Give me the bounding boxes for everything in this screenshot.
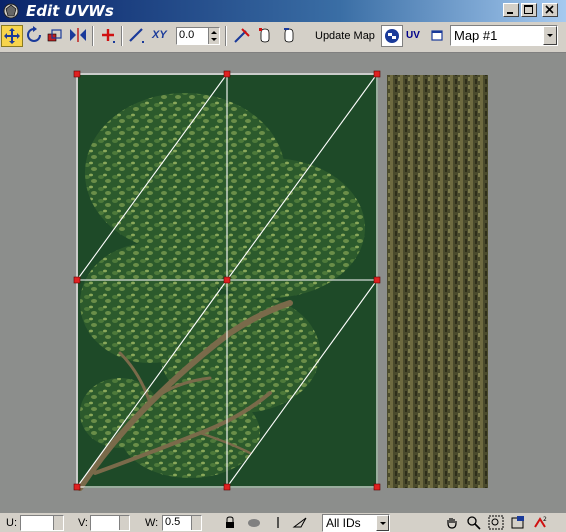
u-label: U: xyxy=(6,517,17,529)
detach-icon xyxy=(259,28,270,43)
toolbar-separator xyxy=(121,26,123,46)
properties-icon xyxy=(431,30,443,41)
uv-editor-canvas[interactable] xyxy=(0,53,566,513)
uv-vertex[interactable] xyxy=(223,276,231,284)
freeform-tool-button[interactable] xyxy=(127,25,147,47)
w-input[interactable]: 0.5 xyxy=(162,515,202,531)
chevron-down-icon[interactable] xyxy=(543,26,557,45)
freeze-icon[interactable] xyxy=(270,515,286,530)
checker-map-icon xyxy=(385,29,399,43)
value-spinner[interactable]: 0.0 xyxy=(176,27,220,45)
uv-vertex[interactable] xyxy=(373,70,381,78)
uv-vertex[interactable] xyxy=(373,483,381,491)
uv-vertex[interactable] xyxy=(223,483,231,491)
u-spinner-arrows[interactable] xyxy=(53,516,63,530)
toolbar: XY 0.0 Update Map UV Map #1 xyxy=(0,22,566,53)
bark-texture-image xyxy=(387,75,488,488)
chevron-down-icon[interactable] xyxy=(376,515,389,531)
close-icon xyxy=(545,5,554,14)
update-map-button[interactable]: Update Map xyxy=(315,30,375,42)
properties-button[interactable] xyxy=(430,25,444,47)
map-select-value: Map #1 xyxy=(454,28,498,43)
map-select[interactable]: Map #1 xyxy=(450,25,558,46)
mirror-tool-button[interactable] xyxy=(68,25,88,47)
filter-icon[interactable] xyxy=(292,515,308,530)
spinner-value: 0.0 xyxy=(179,29,195,41)
toolbar-separator xyxy=(92,26,94,46)
pan-icon[interactable] xyxy=(444,515,460,530)
v-label: V: xyxy=(78,517,88,529)
status-bar: U: V: W: 0.5 All IDs 2 xyxy=(0,513,566,532)
v-input[interactable] xyxy=(90,515,130,531)
material-ids-select[interactable]: All IDs xyxy=(322,514,390,532)
minimize-icon xyxy=(507,12,513,14)
lock-selection-icon[interactable] xyxy=(222,515,238,530)
close-button[interactable] xyxy=(542,3,558,17)
ids-select-value: All IDs xyxy=(326,516,361,530)
maximize-button[interactable] xyxy=(521,3,537,17)
uv-vertex[interactable] xyxy=(73,276,81,284)
zoom-extents-icon[interactable] xyxy=(510,515,526,530)
app-icon xyxy=(3,3,19,19)
move-icon xyxy=(4,28,20,44)
w-value: 0.5 xyxy=(165,516,181,528)
v-spinner-arrows[interactable] xyxy=(119,516,129,530)
break-tool-button[interactable] xyxy=(232,25,252,47)
zoom-region-icon[interactable] xyxy=(488,515,504,530)
w-spinner-arrows[interactable] xyxy=(191,516,201,530)
zoom-icon[interactable] xyxy=(466,515,482,530)
title-bar: Edit UVWs xyxy=(0,0,566,22)
weld-icon xyxy=(102,29,115,43)
weld-tool-button[interactable] xyxy=(98,25,118,47)
uv-vertex[interactable] xyxy=(73,483,81,491)
freeform-icon xyxy=(129,28,144,43)
uv-vertex[interactable] xyxy=(223,70,231,78)
uv-vertex[interactable] xyxy=(73,70,81,78)
w-label: W: xyxy=(145,517,159,529)
attach-icon xyxy=(284,28,294,43)
uv-viewport[interactable] xyxy=(0,53,566,513)
show-map-button[interactable] xyxy=(381,25,403,47)
u-input[interactable] xyxy=(20,515,64,531)
xy-tool-button[interactable]: XY xyxy=(150,25,174,47)
break-icon xyxy=(234,28,250,43)
toolbar-separator xyxy=(225,26,227,46)
uv-vertex[interactable] xyxy=(373,276,381,284)
spinner-arrows[interactable] xyxy=(208,28,219,44)
minimize-button[interactable] xyxy=(503,3,519,17)
svg-text:2: 2 xyxy=(543,516,547,523)
maximize-icon xyxy=(524,5,533,14)
lock-icon[interactable]: 2 xyxy=(532,515,548,530)
attach-tool-button[interactable] xyxy=(280,25,298,47)
detach-tool-button[interactable] xyxy=(256,25,274,47)
mirror-icon xyxy=(70,28,86,42)
rotate-icon xyxy=(27,26,41,42)
window-title: Edit UVWs xyxy=(26,2,114,20)
scale-tool-button[interactable] xyxy=(46,25,64,47)
rotate-tool-button[interactable] xyxy=(25,25,43,47)
hide-icon[interactable] xyxy=(246,515,262,530)
uv-toggle-button[interactable]: UV xyxy=(406,30,420,41)
move-tool-button[interactable] xyxy=(1,25,23,47)
scale-icon xyxy=(47,29,62,42)
xy-label: XY xyxy=(152,29,167,41)
